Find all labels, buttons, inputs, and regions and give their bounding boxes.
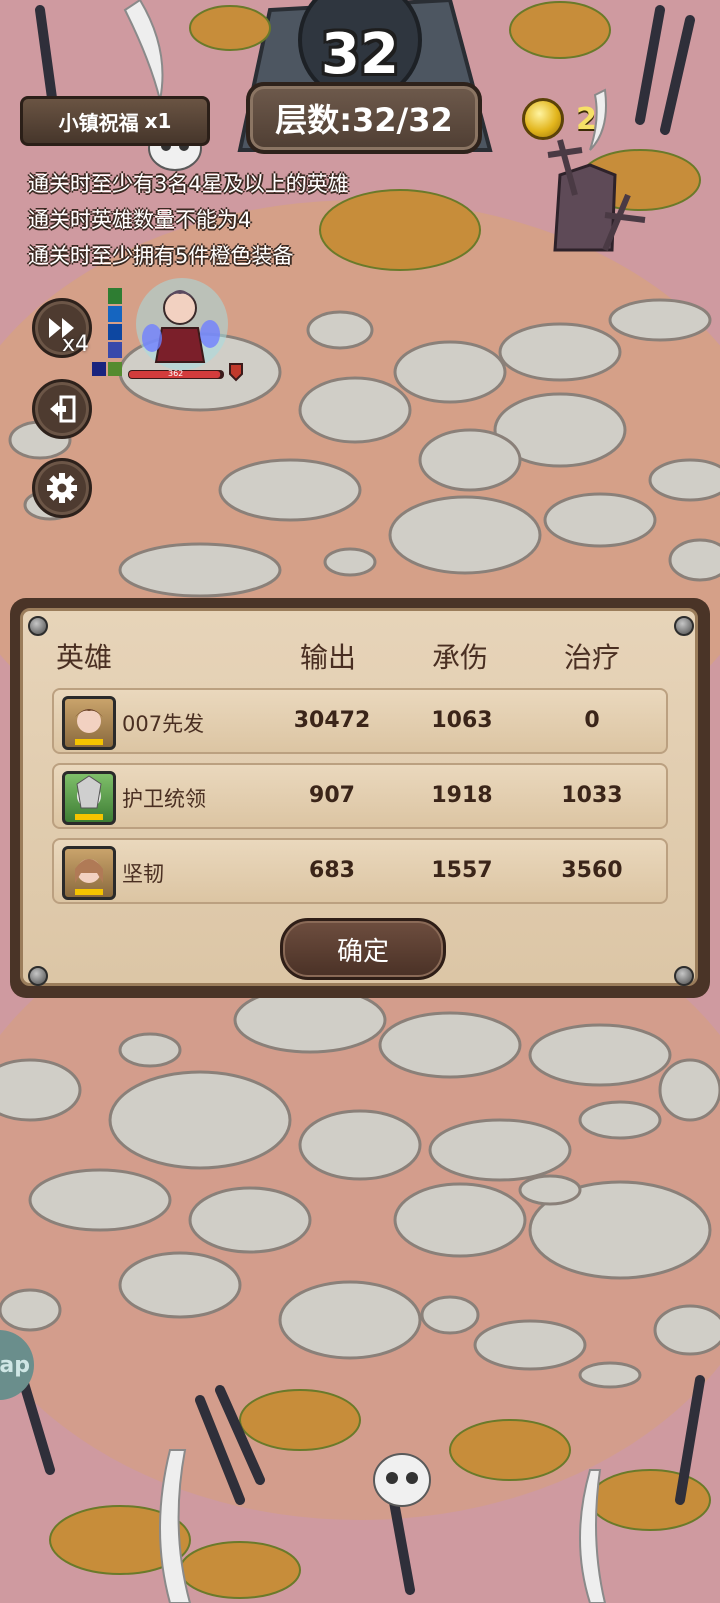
healing-value: 0 [584,708,600,733]
panel-bolt [28,616,48,636]
healing-value: 1033 [561,783,623,808]
exit-icon [50,395,76,423]
healing-value: 3560 [561,858,623,883]
damage-taken-value: 1557 [431,858,493,883]
coin-counter: 2 [522,98,597,140]
blessing-count: x1 [144,109,172,133]
column-header-output: 输出 [300,641,357,674]
hero-portrait [62,846,116,900]
output-value: 907 [309,783,355,808]
damage-taken-value: 1918 [431,783,493,808]
blessing-label: 小镇祝福 [58,110,139,135]
table-row: 007先发 30472 1063 0 [52,688,668,754]
column-header-hero: 英雄 [56,641,113,674]
column-header-damage-taken: 承伤 [432,641,489,674]
hero-portrait [62,771,116,825]
level-number: 32 [321,22,399,87]
output-value: 683 [309,858,355,883]
hero-name: 坚韧 [122,862,164,886]
panel-bolt [674,616,694,636]
hero-name: 护卫统领 [122,787,206,811]
hero-portrait [62,696,116,750]
coin-count: 2 [576,101,597,137]
gear-icon [47,473,77,503]
table-row: 坚韧 683 1557 3560 [52,838,668,904]
objective-item: 通关时英雄数量不能为4 [28,208,252,232]
confirm-button[interactable]: 确定 [280,918,446,980]
column-header-healing: 治疗 [564,641,621,674]
objectives-list: 通关时至少有3名4星及以上的英雄 通关时英雄数量不能为4 通关时至少拥有5件橙色… [28,166,349,274]
exit-button[interactable] [32,379,92,439]
panel-bolt [28,966,48,986]
objective-item: 通关时至少有3名4星及以上的英雄 [28,172,349,196]
settings-button[interactable] [32,458,92,518]
objective-item: 通关时至少拥有5件橙色装备 [28,244,294,268]
hero-name: 007先发 [122,712,205,736]
town-blessing-badge[interactable]: 小镇祝福 x1 [20,96,210,146]
floor-banner: 层数:32/32 [246,82,482,154]
coin-icon [522,98,564,140]
hero-unit[interactable]: 362 [92,278,252,388]
speed-multiplier: x4 [62,332,90,357]
table-row: 护卫统领 907 1918 1033 [52,763,668,829]
game-scene: 32 层数:32/32 小镇祝福 x1 2 通关时至少有3名4星及以上的英雄 通… [0,0,720,1603]
damage-taken-value: 1063 [431,708,493,733]
output-value: 30472 [293,708,371,733]
panel-bolt [674,966,694,986]
hero-hp-text: 362 [168,369,184,378]
